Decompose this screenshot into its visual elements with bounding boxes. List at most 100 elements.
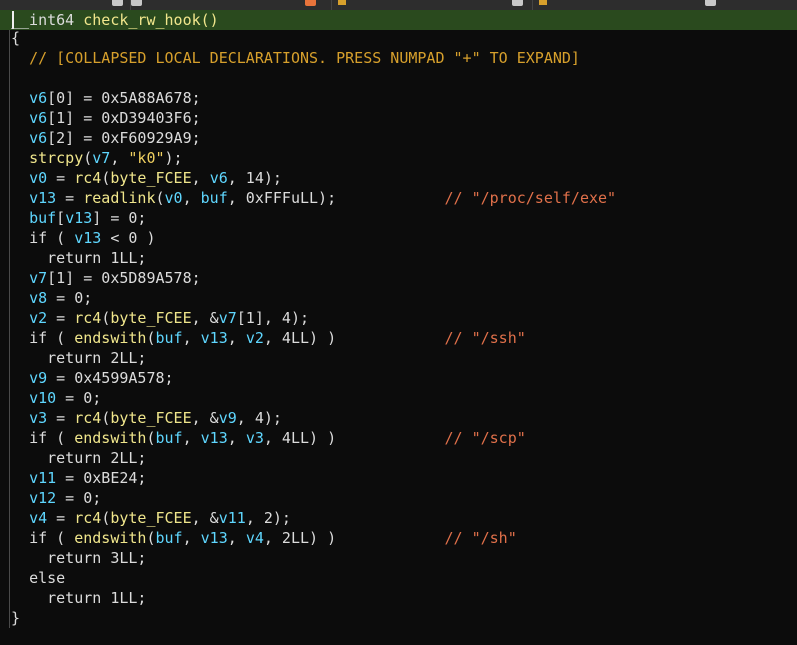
variable-token[interactable]: buf: [29, 209, 56, 227]
code-token: ,: [182, 529, 201, 547]
code-line[interactable]: v10 = 0;: [0, 388, 797, 408]
code-line[interactable]: v6[1] = 0xD39403F6;: [0, 108, 797, 128]
code-line[interactable]: if ( v13 < 0 ): [0, 228, 797, 248]
variable-token[interactable]: v8: [29, 289, 47, 307]
function-token[interactable]: readlink: [83, 189, 155, 207]
code-line[interactable]: return 1LL;: [0, 248, 797, 268]
close-icon[interactable]: [112, 0, 123, 6]
variable-token[interactable]: v3: [246, 429, 264, 447]
close-icon[interactable]: [705, 0, 716, 6]
variable-token[interactable]: v0: [165, 189, 183, 207]
code-line[interactable]: v0 = rc4(byte_FCEE, v6, 14);: [0, 168, 797, 188]
code-token: (: [101, 509, 111, 527]
variable-token[interactable]: v6: [210, 169, 228, 187]
variable-token[interactable]: buf: [201, 189, 228, 207]
code-token: [1] = 0xD39403F6;: [47, 109, 201, 127]
variable-token[interactable]: v2: [29, 309, 47, 327]
close-icon[interactable]: [305, 0, 316, 6]
function-token[interactable]: byte_FCEE: [110, 509, 191, 527]
collapsed-declarations[interactable]: // [COLLAPSED LOCAL DECLARATIONS. PRESS …: [0, 48, 797, 68]
variable-token[interactable]: v10: [29, 389, 56, 407]
code-line[interactable]: v2 = rc4(byte_FCEE, &v7[1], 4);: [0, 308, 797, 328]
code-line[interactable]: else: [0, 568, 797, 588]
variable-token[interactable]: v13: [29, 189, 56, 207]
code-line[interactable]: return 1LL;: [0, 588, 797, 608]
code-token: ,: [182, 429, 201, 447]
function-token[interactable]: rc4: [74, 309, 101, 327]
variable-token[interactable]: v0: [29, 169, 47, 187]
variable-token[interactable]: v13: [201, 429, 228, 447]
variable-token[interactable]: v11: [29, 469, 56, 487]
variable-token[interactable]: v7: [92, 149, 110, 167]
code-token: , 14);: [227, 169, 282, 187]
function-name[interactable]: check_rw_hook(): [83, 11, 218, 29]
code-line[interactable]: v6[2] = 0xF60929A9;: [0, 128, 797, 148]
variable-token[interactable]: v12: [29, 489, 56, 507]
variable-token[interactable]: v13: [201, 329, 228, 347]
variable-token[interactable]: v2: [246, 329, 264, 347]
variable-token[interactable]: buf: [156, 329, 183, 347]
function-token[interactable]: byte_FCEE: [110, 409, 191, 427]
code-token: (: [146, 529, 156, 547]
variable-token[interactable]: v13: [65, 209, 92, 227]
code-line[interactable]: v9 = 0x4599A578;: [0, 368, 797, 388]
function-token[interactable]: byte_FCEE: [110, 169, 191, 187]
code-line[interactable]: v12 = 0;: [0, 488, 797, 508]
function-token[interactable]: rc4: [74, 509, 101, 527]
variable-token[interactable]: v9: [219, 409, 237, 427]
variable-token[interactable]: v13: [201, 529, 228, 547]
code-line[interactable]: v6[0] = 0x5A88A678;: [0, 88, 797, 108]
variable-token[interactable]: v6: [29, 129, 47, 147]
close-icon[interactable]: [131, 0, 142, 6]
variable-token[interactable]: v3: [29, 409, 47, 427]
function-token[interactable]: endswith: [74, 529, 146, 547]
function-signature[interactable]: __int64 check_rw_hook(): [0, 8, 797, 29]
code-line[interactable]: v3 = rc4(byte_FCEE, &v9, 4);: [0, 408, 797, 428]
code-line[interactable]: if ( endswith(buf, v13, v2, 4LL) ) // "/…: [0, 328, 797, 348]
code-line[interactable]: v11 = 0xBE24;: [0, 468, 797, 488]
variable-token[interactable]: v6: [29, 89, 47, 107]
pseudocode-view[interactable]: __int64 check_rw_hook() { // [COLLAPSED …: [0, 8, 797, 628]
code-token: (: [101, 169, 111, 187]
function-token[interactable]: byte_FCEE: [110, 309, 191, 327]
function-token[interactable]: rc4: [74, 169, 101, 187]
code-line[interactable]: strcpy(v7, "k0");: [0, 148, 797, 168]
variable-token[interactable]: v4: [246, 529, 264, 547]
variable-token[interactable]: v6: [29, 109, 47, 127]
collapsed-comment[interactable]: // [COLLAPSED LOCAL DECLARATIONS. PRESS …: [11, 48, 580, 68]
code-line[interactable]: buf[v13] = 0;: [0, 208, 797, 228]
function-token[interactable]: endswith: [74, 329, 146, 347]
code-line[interactable]: if ( endswith(buf, v13, v4, 2LL) ) // "/…: [0, 528, 797, 548]
code-line[interactable]: v4 = rc4(byte_FCEE, &v11, 2);: [0, 508, 797, 528]
code-token: [2] = 0xF60929A9;: [47, 129, 201, 147]
code-line[interactable]: return 2LL;: [0, 448, 797, 468]
variable-token[interactable]: buf: [156, 429, 183, 447]
variable-token[interactable]: v9: [29, 369, 47, 387]
code-token: =: [47, 509, 75, 527]
code-line[interactable]: if ( endswith(buf, v13, v3, 4LL) ) // "/…: [0, 428, 797, 448]
hint-comment: // "/sh": [444, 529, 517, 547]
function-token[interactable]: strcpy: [29, 149, 83, 167]
variable-token[interactable]: v7: [219, 309, 237, 327]
code-line[interactable]: v13 = readlink(v0, buf, 0xFFFuLL); // "/…: [0, 188, 797, 208]
function-token[interactable]: rc4: [74, 409, 101, 427]
code-token: ,: [191, 169, 210, 187]
variable-token[interactable]: v13: [74, 229, 101, 247]
code-line[interactable]: v8 = 0;: [0, 288, 797, 308]
code-line[interactable]: return 2LL;: [0, 348, 797, 368]
variable-token[interactable]: v11: [219, 509, 246, 527]
code-line[interactable]: v7[1] = 0x5D89A578;: [0, 268, 797, 288]
function-token[interactable]: endswith: [74, 429, 146, 447]
variable-token[interactable]: buf: [156, 529, 183, 547]
variable-token[interactable]: v4: [29, 509, 47, 527]
code-line[interactable]: return 3LL;: [0, 548, 797, 568]
variable-token[interactable]: v7: [29, 269, 47, 287]
scrollbar[interactable]: [791, 30, 797, 645]
close-icon[interactable]: [512, 0, 523, 6]
